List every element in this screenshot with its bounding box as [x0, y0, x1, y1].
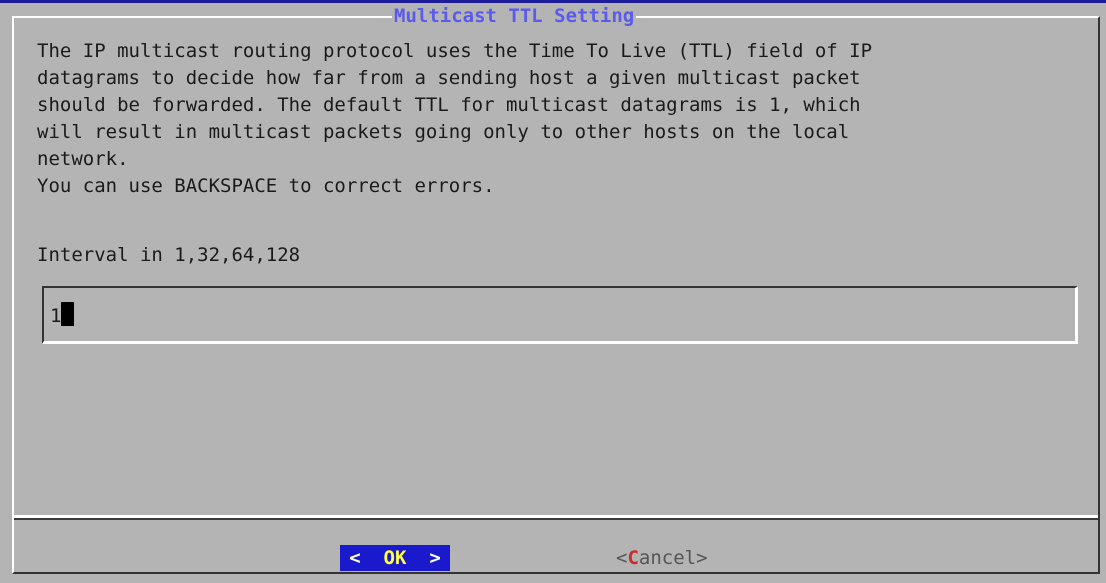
- ok-button[interactable]: < OK >: [340, 545, 450, 571]
- cancel-label-rest: ancel: [638, 547, 697, 569]
- ttl-input-value[interactable]: 1: [50, 302, 75, 329]
- ok-button-label: OK: [383, 547, 407, 569]
- description-line: should be forwarded. The default TTL for…: [37, 94, 861, 116]
- text-cursor: [61, 302, 75, 326]
- button-separator-shadow: [14, 518, 1098, 520]
- input-prompt: Interval in 1,32,64,128: [37, 244, 301, 266]
- input-text: 1: [50, 305, 62, 327]
- cancel-hotkey: C: [627, 547, 639, 569]
- cancel-close-bracket: >: [696, 547, 708, 569]
- ok-right-bracket: >: [429, 547, 441, 569]
- ok-left-bracket: <: [349, 547, 361, 569]
- description-line: The IP multicast routing protocol uses t…: [37, 40, 873, 62]
- ttl-input-field[interactable]: 1: [42, 286, 1078, 344]
- screen-top-border: [0, 0, 1106, 3]
- description-line: will result in multicast packets going o…: [37, 121, 850, 143]
- help-text: You can use BACKSPACE to correct errors.: [37, 175, 495, 197]
- description-line: network.: [37, 148, 129, 170]
- description-line: datagrams to decide how far from a sendi…: [37, 67, 861, 89]
- ttl-dialog: Multicast TTL Setting The IP multicast r…: [12, 5, 1100, 574]
- cancel-button[interactable]: <Cancel>: [616, 545, 708, 571]
- dialog-title: Multicast TTL Setting: [392, 5, 637, 27]
- cancel-open-bracket: <: [616, 547, 628, 569]
